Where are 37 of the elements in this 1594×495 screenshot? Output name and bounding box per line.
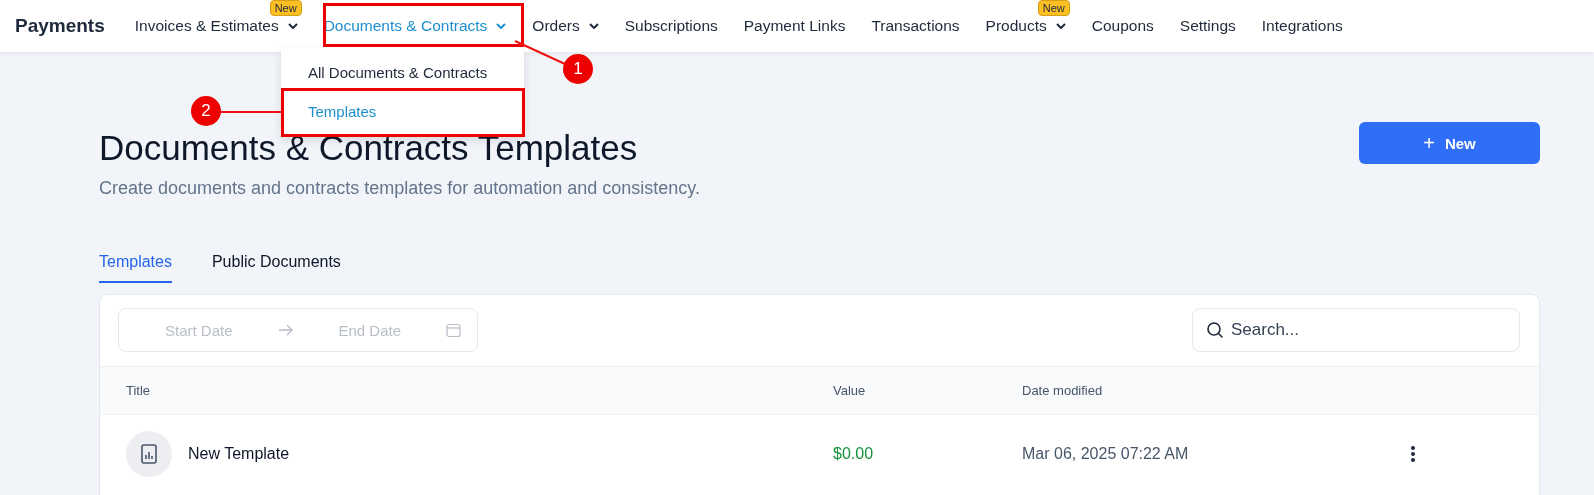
app-title: Payments bbox=[15, 15, 105, 37]
menu-item[interactable]: All Documents & Contracts bbox=[281, 53, 524, 92]
nav-tab[interactable]: Payment Links bbox=[743, 17, 846, 35]
new-badge: New bbox=[269, 0, 302, 16]
nav-tab[interactable]: Orders bbox=[532, 17, 599, 35]
calendar-icon bbox=[446, 322, 461, 338]
column-header: Value bbox=[833, 383, 867, 398]
table-cell-text: $0.00 bbox=[833, 445, 875, 463]
tab[interactable]: Public Documents bbox=[211, 253, 341, 283]
search-icon bbox=[1206, 321, 1224, 339]
new-badge: New bbox=[1037, 0, 1070, 16]
nav-tab[interactable]: Subscriptions bbox=[624, 17, 718, 35]
tab[interactable]: Templates bbox=[99, 253, 172, 283]
nav-tab[interactable]: Invoices & Estimates bbox=[134, 17, 298, 35]
nav-tab[interactable]: Documents & Contracts bbox=[323, 17, 507, 35]
template-title[interactable]: New Template bbox=[188, 445, 290, 463]
page-subtitle: Create documents and contracts templates for automation and consistency. bbox=[99, 178, 700, 199]
menu-item[interactable]: Templates bbox=[281, 92, 524, 131]
table-cell: Mar 06, 2025 07:22 AM bbox=[1022, 445, 1189, 463]
step-number: 1 bbox=[563, 54, 593, 84]
more-options-icon[interactable] bbox=[1410, 445, 1416, 463]
arrow-icon bbox=[277, 324, 294, 336]
leader-line bbox=[514, 40, 566, 65]
column-header: Date modified bbox=[1022, 383, 1103, 398]
nav-tab[interactable]: Products bbox=[985, 17, 1066, 35]
nav-tab[interactable]: Integrations bbox=[1261, 17, 1343, 35]
search-field[interactable]: Search... bbox=[1192, 308, 1520, 352]
new-button[interactable]: + New bbox=[1359, 122, 1540, 164]
nav-tab[interactable]: Coupons bbox=[1091, 17, 1154, 35]
column-header: Title bbox=[126, 383, 152, 398]
nav-tab[interactable]: Transactions bbox=[871, 17, 960, 35]
start-date-placeholder: Start Date bbox=[165, 321, 233, 339]
chart-document-icon bbox=[126, 431, 172, 477]
end-date-placeholder: End Date bbox=[338, 321, 401, 339]
page-title: Documents & Contracts Templates bbox=[99, 128, 639, 168]
nav-tab[interactable]: Settings bbox=[1179, 17, 1236, 35]
step-number: 2 bbox=[191, 96, 221, 126]
